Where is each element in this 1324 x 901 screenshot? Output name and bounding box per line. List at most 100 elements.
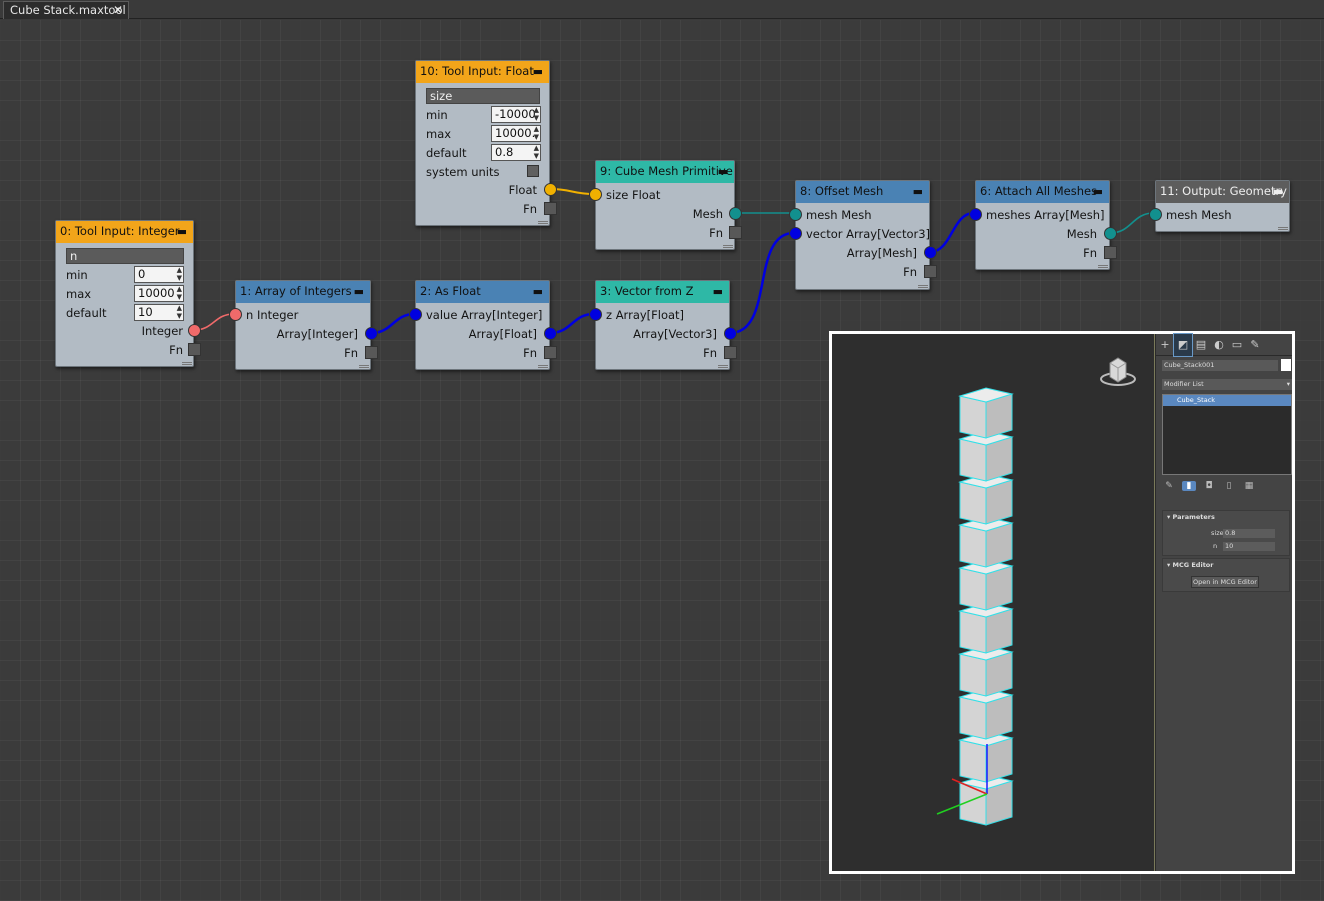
remove-modifier-icon[interactable]: ▯: [1222, 481, 1236, 491]
min-spinner[interactable]: -10000 ▲ ▼: [491, 106, 541, 123]
minimize-icon[interactable]: ▬: [1273, 181, 1283, 202]
default-spinner[interactable]: 0.8 ▲ ▼: [491, 144, 541, 161]
resize-grip-icon[interactable]: [538, 364, 548, 368]
make-unique-icon[interactable]: ◘: [1202, 481, 1216, 491]
input-name-field[interactable]: n: [66, 248, 184, 264]
minimize-icon[interactable]: ▬: [1093, 181, 1103, 202]
fn-port[interactable]: [724, 346, 737, 359]
input-name-field[interactable]: size: [426, 88, 540, 104]
output-port-integer[interactable]: [188, 324, 201, 337]
node-tool-input-integer[interactable]: 0: Tool Input: Integer ▬ n min 0 ▲ ▼ max 1…: [55, 220, 201, 367]
input-port-float[interactable]: [589, 188, 602, 201]
output-port-float[interactable]: [544, 183, 557, 196]
input-port-integer[interactable]: [229, 308, 242, 321]
minimize-icon[interactable]: ▬: [533, 281, 543, 302]
node-header[interactable]: 3: Vector from Z ▬: [596, 281, 729, 303]
system-units-checkbox[interactable]: [527, 165, 539, 177]
minimize-icon[interactable]: ▬: [713, 281, 723, 302]
open-in-mcg-editor-button[interactable]: Open in MCG Editor: [1191, 576, 1259, 588]
show-end-result-icon[interactable]: ▮: [1182, 481, 1196, 491]
node-array-of-integers[interactable]: 1: Array of Integers ▬ n Integer Array[I…: [229, 280, 378, 370]
resize-grip-icon[interactable]: [1278, 226, 1288, 230]
parameters-rollout-header[interactable]: ▾ Parameters: [1163, 511, 1289, 523]
output-port-array[interactable]: [924, 246, 937, 259]
fn-port[interactable]: [544, 346, 557, 359]
create-tab-icon[interactable]: +: [1156, 334, 1174, 356]
input-port-mesh[interactable]: [1149, 208, 1162, 221]
input-port-array[interactable]: [409, 308, 422, 321]
utilities-tab-icon[interactable]: ✎: [1246, 334, 1264, 356]
node-as-float[interactable]: 2: As Float ▬ value Array[Integer] Array…: [409, 280, 557, 370]
modifier-stack[interactable]: Cube_Stack: [1162, 394, 1292, 475]
minimize-icon[interactable]: ▬: [354, 281, 364, 302]
input-port-mesh[interactable]: [789, 208, 802, 221]
output-port-array[interactable]: [544, 327, 557, 340]
perspective-viewport[interactable]: [832, 334, 1155, 871]
fn-label: Fn: [1083, 246, 1097, 260]
node-header[interactable]: 10: Tool Input: Float ▬: [416, 61, 549, 83]
object-color-swatch[interactable]: [1281, 359, 1291, 371]
output-port-mesh[interactable]: [1104, 227, 1117, 240]
node-header[interactable]: 6: Attach All Meshes ▬: [976, 181, 1109, 203]
modifier-list-dropdown[interactable]: Modifier List ▾: [1162, 379, 1292, 390]
min-spinner[interactable]: 0 ▲ ▼: [134, 266, 184, 283]
display-tab-icon[interactable]: ▭: [1228, 334, 1246, 356]
n-param-spinner[interactable]: 10: [1223, 542, 1275, 551]
fn-port[interactable]: [365, 346, 378, 359]
default-spinner[interactable]: 10 ▲ ▼: [134, 304, 184, 321]
spinner-arrows-icon[interactable]: ▲ ▼: [177, 286, 182, 301]
max-spinner[interactable]: 10000 ▲ ▼: [134, 285, 184, 302]
input-port-array[interactable]: [969, 208, 982, 221]
node-output-geometry[interactable]: 11: Output: Geometry ▬ mesh Mesh: [1149, 180, 1290, 232]
output-port-array[interactable]: [365, 327, 378, 340]
max-spinner[interactable]: 10000. ▲ ▼: [491, 125, 541, 142]
node-vector-from-z[interactable]: 3: Vector from Z ▬ z Array[Float] Array[…: [589, 280, 737, 370]
node-cube-mesh-primitive[interactable]: 9: Cube Mesh Primitive ▬ size Float Mesh…: [589, 160, 742, 250]
modifier-stack-item[interactable]: Cube_Stack: [1163, 395, 1291, 406]
pin-stack-icon[interactable]: ✎: [1162, 481, 1176, 491]
spinner-arrows-icon[interactable]: ▲ ▼: [177, 305, 182, 320]
spinner-arrows-icon[interactable]: ▲ ▼: [534, 126, 539, 141]
object-name-field[interactable]: Cube_Stack001: [1162, 360, 1278, 371]
spinner-arrows-icon[interactable]: ▲ ▼: [177, 267, 182, 282]
output-port-mesh[interactable]: [729, 207, 742, 220]
node-header[interactable]: 2: As Float ▬: [416, 281, 549, 303]
node-tool-input-float[interactable]: 10: Tool Input: Float ▬ size min -10000 ▲…: [415, 60, 557, 226]
modify-tab-icon[interactable]: ◩: [1173, 333, 1193, 357]
fn-port[interactable]: [188, 343, 201, 356]
node-offset-mesh[interactable]: 8: Offset Mesh ▬ mesh Mesh vector Array[…: [789, 180, 937, 290]
motion-tab-icon[interactable]: ◐: [1210, 334, 1228, 356]
resize-grip-icon[interactable]: [359, 364, 369, 368]
minimize-icon[interactable]: ▬: [718, 161, 728, 182]
minimize-icon[interactable]: ▬: [533, 61, 543, 82]
output-port-array[interactable]: [724, 327, 737, 340]
size-param-spinner[interactable]: 0.8: [1223, 529, 1275, 538]
node-header[interactable]: 9: Cube Mesh Primitive ▬: [596, 161, 734, 183]
configure-sets-icon[interactable]: ▦: [1242, 481, 1256, 491]
node-header[interactable]: 0: Tool Input: Integer ▬: [56, 221, 193, 243]
resize-grip-icon[interactable]: [538, 220, 548, 224]
node-attach-all-meshes[interactable]: 6: Attach All Meshes ▬ meshes Array[Mesh…: [969, 180, 1117, 270]
minimize-icon[interactable]: ▬: [177, 221, 187, 242]
fn-port[interactable]: [729, 226, 742, 239]
fn-label: Fn: [523, 202, 537, 216]
resize-grip-icon[interactable]: [1098, 264, 1108, 268]
node-header[interactable]: 1: Array of Integers ▬: [236, 281, 370, 303]
spinner-arrows-icon[interactable]: ▲ ▼: [534, 107, 539, 122]
resize-grip-icon[interactable]: [723, 244, 733, 248]
minimize-icon[interactable]: ▬: [913, 181, 923, 202]
input-port-array[interactable]: [589, 308, 602, 321]
node-header[interactable]: 11: Output: Geometry ▬: [1156, 181, 1289, 203]
resize-grip-icon[interactable]: [718, 364, 728, 368]
fn-port[interactable]: [1104, 246, 1117, 259]
resize-grip-icon[interactable]: [918, 284, 928, 288]
hierarchy-tab-icon[interactable]: ▤: [1192, 334, 1210, 356]
fn-port[interactable]: [924, 265, 937, 278]
spinner-arrows-icon[interactable]: ▲ ▼: [534, 145, 539, 160]
resize-grip-icon[interactable]: [182, 361, 192, 365]
mcg-editor-rollout-header[interactable]: ▾ MCG Editor: [1163, 559, 1289, 571]
input-port-vector-array[interactable]: [789, 227, 802, 240]
cube-stack-render[interactable]: [832, 334, 1155, 871]
node-header[interactable]: 8: Offset Mesh ▬: [796, 181, 929, 203]
fn-port[interactable]: [544, 202, 557, 215]
